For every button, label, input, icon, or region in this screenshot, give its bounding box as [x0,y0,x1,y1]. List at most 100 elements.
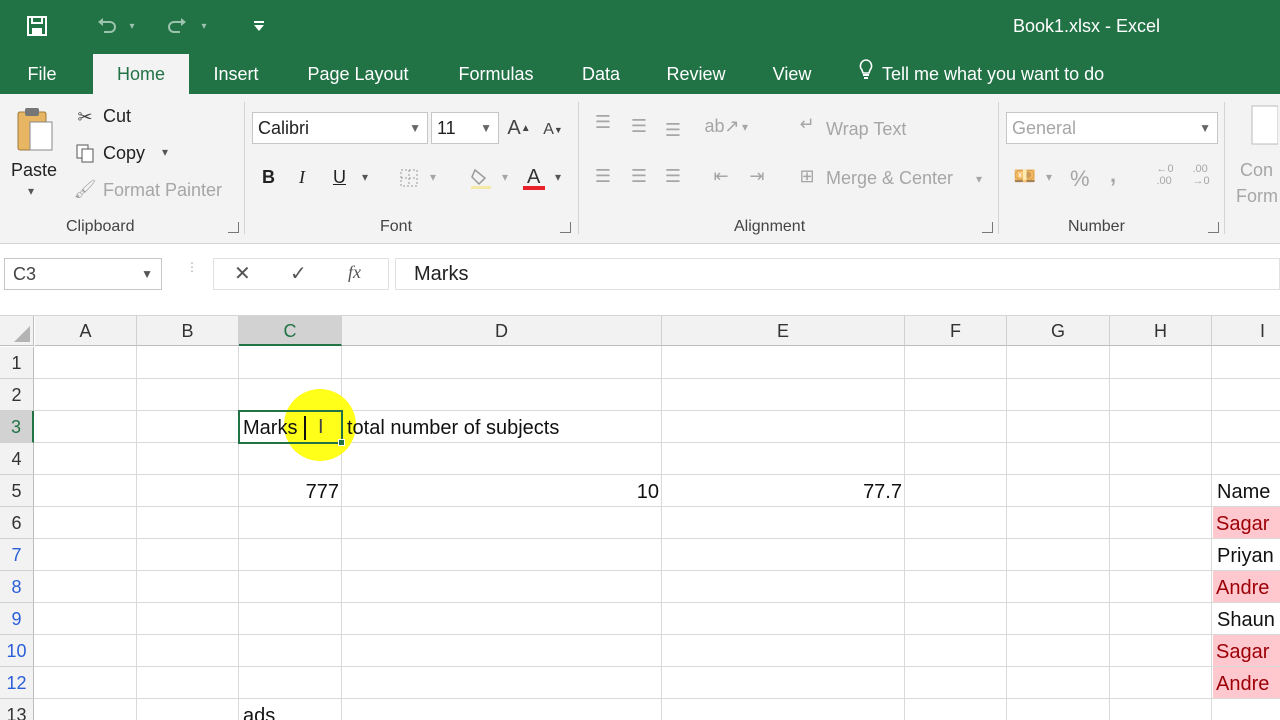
cell-e5[interactable]: 77.7 [662,476,902,508]
tab-data[interactable]: Data [570,54,632,94]
row-header-3[interactable]: 3 [0,411,34,443]
tab-file[interactable]: File [14,54,70,94]
cell-i5[interactable]: Name [1217,476,1270,508]
decrease-font-size-icon[interactable]: A ▼ [540,116,566,144]
undo-icon[interactable] [92,10,122,42]
fill-color-icon[interactable] [466,164,496,192]
paste-label[interactable]: Paste [11,160,57,181]
copy-icon[interactable] [72,140,98,166]
bottom-align-icon[interactable]: ☰ [660,118,686,142]
accounting-dropdown-icon[interactable]: ▾ [1046,170,1052,184]
fill-handle[interactable] [338,439,345,446]
orientation-dropdown-icon[interactable]: ▾ [742,120,748,134]
borders-dropdown-icon[interactable]: ▾ [430,170,436,184]
column-header-g[interactable]: G [1007,316,1110,346]
tab-review[interactable]: Review [656,54,736,94]
clipboard-launcher-icon[interactable] [228,222,239,233]
cell-i10[interactable]: Sagar [1216,636,1269,668]
row-header-4[interactable]: 4 [0,443,34,475]
tab-view[interactable]: View [762,54,822,94]
merge-center-button[interactable]: Merge & Center [826,168,953,189]
increase-font-size-icon[interactable]: A ▲ [506,114,532,142]
copy-dropdown-icon[interactable]: ▾ [162,145,168,159]
format-painter-icon[interactable]: 🖌 [72,176,98,202]
cancel-icon[interactable]: ✕ [234,261,251,286]
cell-i6[interactable]: Sagar [1216,508,1269,540]
bold-button[interactable]: B [262,167,275,188]
decrease-indent-icon[interactable]: ⇤ [708,164,734,188]
middle-align-icon[interactable]: ☰ [626,114,652,138]
row-header-5[interactable]: 5 [0,475,34,507]
borders-icon[interactable] [396,164,422,192]
align-right-icon[interactable]: ☰ [660,164,686,188]
decrease-decimal-icon[interactable]: .00 →0 [1186,160,1216,190]
cell-i8[interactable]: Andre [1216,572,1269,604]
wrap-text-button[interactable]: Wrap Text [826,119,906,140]
increase-decimal-icon[interactable]: ←0.00 [1150,160,1180,190]
row-header-8[interactable]: 8 [0,571,34,603]
column-header-d[interactable]: D [342,316,662,346]
tab-insert[interactable]: Insert [200,54,272,94]
orientation-icon[interactable]: ab↗ [704,114,739,138]
column-header-i[interactable]: I [1212,316,1280,346]
column-header-c[interactable]: C [239,316,342,346]
row-header-2[interactable]: 2 [0,379,34,411]
row-header-7[interactable]: 7 [0,539,34,571]
copy-button[interactable]: Copy [103,143,145,164]
number-format-select[interactable]: General ▼ [1006,112,1218,144]
formula-bar-grip-icon[interactable]: ⋮ [186,261,198,286]
undo-dropdown-icon[interactable]: ▾ [124,10,140,42]
top-align-icon[interactable]: ☰ [590,110,616,134]
redo-icon[interactable] [162,10,192,42]
font-name-select[interactable]: Calibri ▼ [252,112,428,144]
merge-center-icon[interactable]: ⊞ [794,164,820,188]
increase-indent-icon[interactable]: ⇥ [744,164,770,188]
row-header-13[interactable]: 13 [0,699,34,720]
formula-input[interactable]: Marks [395,258,1280,290]
insert-function-icon[interactable]: fx [348,262,361,283]
customize-qat-icon[interactable] [250,10,268,42]
format-painter-button[interactable]: Format Painter [103,180,222,201]
font-color-dropdown-icon[interactable]: ▾ [555,170,561,184]
name-box[interactable]: C3 ▼ [4,258,162,290]
comma-style-button[interactable]: , [1110,162,1116,188]
conditional-formatting-label-2[interactable]: Form [1236,186,1278,207]
paste-dropdown-icon[interactable]: ▾ [28,184,34,198]
italic-button[interactable]: I [299,167,305,188]
column-header-b[interactable]: B [137,316,239,346]
tab-formulas[interactable]: Formulas [446,54,546,94]
select-all-corner[interactable] [0,316,34,346]
accounting-format-icon[interactable]: 💴 [1010,164,1040,188]
alignment-launcher-icon[interactable] [982,222,993,233]
merge-dropdown-icon[interactable]: ▾ [976,172,982,186]
cell-d5[interactable]: 10 [342,476,659,508]
enter-icon[interactable]: ✓ [290,261,307,286]
scissors-icon[interactable]: ✂ [72,104,98,130]
paste-icon[interactable] [10,102,58,158]
column-header-f[interactable]: F [905,316,1007,346]
cell-c5[interactable]: 777 [239,476,339,508]
save-icon[interactable] [22,10,52,42]
column-header-h[interactable]: H [1110,316,1212,346]
cell-i12[interactable]: Andre [1216,668,1269,700]
align-center-icon[interactable]: ☰ [626,164,652,188]
cell-c13[interactable]: ads [243,700,275,720]
tab-page-layout[interactable]: Page Layout [296,54,420,94]
row-header-1[interactable]: 1 [0,347,34,379]
percent-style-button[interactable]: % [1070,166,1090,192]
conditional-formatting-label-1[interactable]: Con [1240,160,1273,181]
row-header-6[interactable]: 6 [0,507,34,539]
conditional-formatting-icon[interactable] [1248,104,1278,148]
cell-i9[interactable]: Shaun [1217,604,1275,636]
column-header-e[interactable]: E [662,316,905,346]
font-color-icon[interactable]: A [520,162,548,194]
wrap-text-icon[interactable]: ↵ [794,112,820,136]
row-header-9[interactable]: 9 [0,603,34,635]
cut-button[interactable]: Cut [103,106,131,127]
cell-i7[interactable]: Priyan [1217,540,1274,572]
redo-dropdown-icon[interactable]: ▾ [196,10,212,42]
tell-me-search[interactable]: Tell me what you want to do [858,54,1104,94]
fill-color-dropdown-icon[interactable]: ▾ [502,170,508,184]
align-left-icon[interactable]: ☰ [590,164,616,188]
row-header-12[interactable]: 12 [0,667,34,699]
